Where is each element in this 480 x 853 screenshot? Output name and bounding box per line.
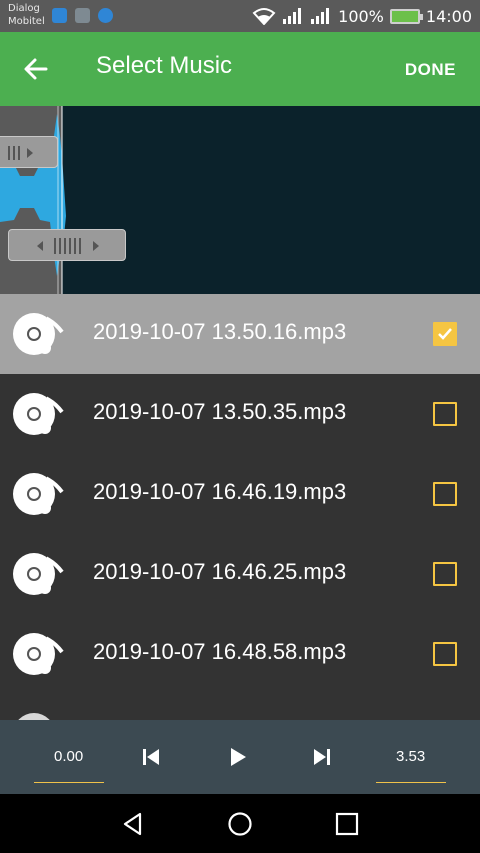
file-name: 2019-10-07 13.50.16.mp3 [93, 319, 347, 344]
clock: 14:00 [425, 6, 472, 26]
battery-percent: 100% [338, 6, 384, 26]
player-bar: 0.00 3.53 [0, 720, 480, 794]
carrier-label: Dialog Mobitel [8, 2, 45, 28]
battery-icon [389, 8, 423, 24]
file-checkbox[interactable] [433, 402, 457, 426]
start-trim-handle[interactable] [0, 136, 58, 168]
skip-next-icon[interactable] [311, 746, 333, 768]
list-item[interactable]: 2019-10-07 16.46.25.mp3 [0, 534, 480, 614]
waveform-view [0, 106, 66, 294]
nav-back-icon[interactable] [120, 811, 146, 837]
done-button[interactable]: DONE [405, 60, 456, 80]
back-arrow-icon[interactable] [22, 55, 50, 83]
nav-home-icon[interactable] [227, 811, 253, 837]
file-name: 2019-10-07 16.46.25.mp3 [93, 559, 347, 584]
status-right: 100% 14:00 [252, 0, 472, 32]
file-checkbox[interactable] [433, 322, 457, 346]
file-checkbox[interactable] [433, 482, 457, 506]
list-item[interactable]: 2019-10-07 16.46.19.mp3 [0, 454, 480, 534]
status-bar: Dialog Mobitel 100% 14:00 [0, 0, 480, 32]
music-disc-icon [13, 633, 64, 675]
end-time-underline [376, 782, 446, 783]
gallery-notification-icon [75, 8, 90, 23]
app-bar: Select Music DONE [0, 32, 480, 106]
skip-previous-icon[interactable] [140, 746, 162, 768]
message-notification-icon [98, 8, 113, 23]
wifi-icon [252, 8, 276, 25]
carrier-line2: Mobitel [8, 16, 45, 27]
file-checkbox[interactable] [433, 562, 457, 586]
handle-grip-icon [8, 146, 33, 160]
handle-grip-icon [37, 238, 99, 254]
file-name: 2019-10-07 16.46.19.mp3 [93, 479, 347, 504]
end-trim-handle[interactable] [8, 229, 126, 261]
signal-icon-2 [311, 8, 330, 24]
start-time-underline [34, 782, 104, 783]
music-disc-icon [13, 553, 64, 595]
file-name: 2019-10-07 13.50.35.mp3 [93, 399, 347, 424]
carrier-line1: Dialog [8, 3, 40, 14]
music-disc-icon [13, 393, 64, 435]
signal-icon [283, 8, 302, 24]
music-file-list[interactable]: 2019-10-07 13.50.16.mp3 2019-10-07 13.50… [0, 294, 480, 720]
waveform-editor[interactable] [0, 106, 480, 294]
music-disc-icon [18, 713, 50, 720]
list-item-partial[interactable] [0, 694, 480, 720]
start-time-label[interactable]: 0.00 [54, 748, 83, 765]
list-item[interactable]: 2019-10-07 16.48.58.mp3 [0, 614, 480, 694]
end-time-label[interactable]: 3.53 [396, 748, 425, 765]
music-disc-icon [13, 313, 64, 355]
notification-icon [52, 8, 67, 23]
checkmark-icon [438, 328, 452, 340]
nav-recents-icon[interactable] [334, 811, 360, 837]
page-title: Select Music [96, 52, 233, 79]
list-item[interactable]: 2019-10-07 13.50.16.mp3 [0, 294, 480, 374]
file-name: 2019-10-07 16.48.58.mp3 [93, 639, 347, 664]
list-item[interactable]: 2019-10-07 13.50.35.mp3 [0, 374, 480, 454]
play-icon[interactable] [227, 746, 249, 768]
system-nav-bar [0, 794, 480, 853]
music-disc-icon [13, 473, 64, 515]
file-checkbox[interactable] [433, 642, 457, 666]
